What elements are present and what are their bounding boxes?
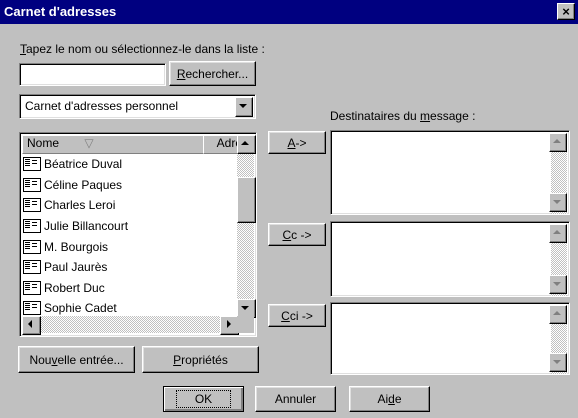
scroll-left-icon[interactable]	[22, 316, 41, 335]
contact-name: Charles Leroi	[44, 198, 116, 212]
add-cc-button[interactable]: Cc ->	[268, 223, 326, 246]
contact-item[interactable]: Sophie Cadet	[23, 298, 235, 318]
contact-card-icon	[23, 178, 41, 192]
title-bar: Carnet d'adresses ×	[0, 0, 578, 24]
scroll-up-icon	[549, 133, 567, 152]
search-input[interactable]	[19, 63, 166, 86]
address-book-select[interactable]: Carnet d'adresses personnel	[19, 94, 256, 119]
scroll-down-icon	[549, 275, 567, 294]
contact-name: M. Bourgois	[44, 240, 109, 254]
contact-card-icon	[23, 198, 41, 212]
contact-card-icon	[23, 240, 41, 254]
contact-item[interactable]: Céline Paques	[23, 175, 235, 195]
contact-card-icon	[23, 219, 41, 233]
sort-icon: ▽	[84, 136, 94, 150]
contact-item[interactable]: Paul Jaurès	[23, 257, 235, 277]
contact-name: Julie Billancourt	[44, 219, 129, 233]
contact-card-icon	[23, 301, 41, 315]
scrollbar-corner	[237, 316, 254, 333]
add-to-button[interactable]: A ->	[268, 131, 326, 154]
column-header-name[interactable]: Nome ▽	[22, 135, 209, 154]
scrollbar-thumb[interactable]	[237, 177, 256, 223]
contact-card-icon	[23, 157, 41, 171]
scroll-up-icon	[549, 224, 567, 243]
scroll-down-icon	[549, 193, 567, 212]
to-recipients-field[interactable]	[330, 130, 570, 215]
column-header-name-label: Nome	[27, 136, 60, 150]
vertical-scrollbar[interactable]	[237, 135, 254, 316]
contact-item[interactable]: Robert Duc	[23, 278, 235, 298]
help-button[interactable]: Ai d e	[349, 386, 430, 412]
cancel-button[interactable]: Annuler	[255, 386, 336, 412]
search-button[interactable]: Rechercher...	[169, 61, 256, 86]
scroll-up-icon	[549, 305, 567, 324]
contact-item[interactable]: Julie Billancourt	[23, 216, 235, 236]
ok-button-label: OK	[175, 390, 232, 408]
bcc-recipients-field[interactable]	[330, 302, 570, 375]
properties-button[interactable]: Propriétés	[142, 346, 259, 373]
contact-item[interactable]: Béatrice Duval	[23, 154, 235, 174]
add-bcc-button[interactable]: Cci ->	[268, 304, 326, 327]
dropdown-arrow-icon[interactable]	[235, 97, 253, 117]
contact-card-icon	[23, 281, 41, 295]
new-entry-button[interactable]: Nou v elle entrée...	[18, 346, 135, 373]
ok-button[interactable]: OK	[163, 386, 244, 412]
contacts-list[interactable]: Nome ▽ Adre Béatrice Duval Céline Paques…	[19, 132, 257, 337]
contact-name: Robert Duc	[44, 281, 105, 295]
contact-item[interactable]: Charles Leroi	[23, 195, 235, 215]
horizontal-scrollbar[interactable]	[22, 316, 237, 333]
recipients-label: Destinataires du message :	[330, 109, 476, 123]
scroll-down-icon	[549, 353, 567, 372]
contact-name: Béatrice Duval	[44, 157, 123, 171]
contact-name: Sophie Cadet	[44, 301, 117, 315]
contact-card-icon	[23, 260, 41, 274]
cc-recipients-field[interactable]	[330, 221, 570, 297]
close-icon[interactable]: ×	[557, 3, 575, 20]
contact-name: Céline Paques	[44, 178, 123, 192]
address-book-selected-value: Carnet d'adresses personnel	[25, 99, 179, 113]
contact-item[interactable]: M. Bourgois	[23, 237, 235, 257]
search-prompt-label: Tapez le nom ou sélectionnez-le dans la …	[20, 42, 265, 56]
contact-name: Paul Jaurès	[44, 260, 108, 274]
window-title: Carnet d'adresses	[4, 4, 117, 19]
scroll-up-icon[interactable]	[237, 135, 256, 154]
